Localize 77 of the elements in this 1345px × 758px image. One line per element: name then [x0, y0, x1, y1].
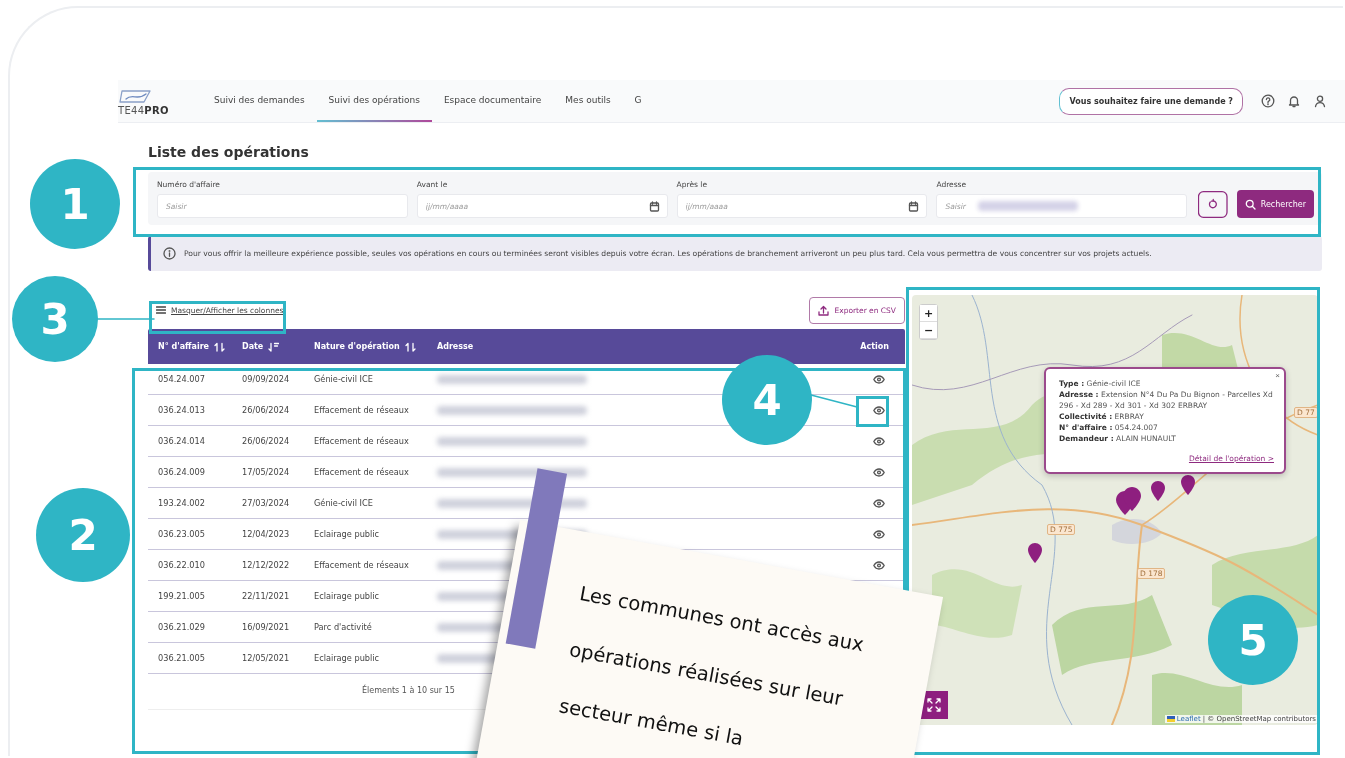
table-cell-text: 036.23.005 — [157, 529, 206, 539]
table-cell-text: Effacement de réseaux — [313, 560, 410, 570]
request-button[interactable]: Vous souhaitez faire une demande ? — [1059, 87, 1243, 115]
upload-icon — [818, 304, 830, 316]
table-cell-text: 199.21.005 — [157, 591, 206, 601]
table-cell-text: 17/05/2024 — [241, 467, 291, 477]
nav-tab[interactable]: Espace documentaire — [431, 80, 554, 122]
table-cell-text: 036.21.005 — [157, 653, 206, 663]
step-number: 1 — [30, 159, 120, 249]
table-cell-text: 12/04/2023 — [241, 529, 291, 539]
table-cell-text: 12/05/2021 — [241, 653, 291, 663]
sort-icon[interactable] — [214, 341, 226, 352]
eye-icon[interactable] — [873, 374, 885, 384]
column-header[interactable]: Nature d'opération — [314, 342, 400, 351]
table-cell-text: Parc d'activité — [313, 622, 373, 632]
user-icon[interactable] — [1313, 94, 1327, 108]
flag-icon — [1166, 716, 1175, 722]
search-button[interactable]: Rechercher — [1236, 190, 1314, 218]
eye-icon[interactable] — [873, 467, 885, 477]
table-cell-text: 036.22.010 — [157, 560, 206, 570]
column-header[interactable]: Adresse — [437, 342, 474, 351]
step-number: 4 — [722, 355, 812, 445]
table-cell-text: 26/06/2024 — [241, 405, 291, 415]
eye-icon[interactable] — [873, 529, 885, 539]
zoom-in-button[interactable]: + — [920, 305, 937, 322]
pagination-text: Élements 1 à 10 sur 15 — [362, 686, 455, 695]
table-cell-text: Eclairage public — [313, 653, 381, 663]
logo-icon — [118, 88, 152, 105]
eye-icon[interactable] — [873, 560, 885, 570]
step-number: 2 — [36, 488, 130, 582]
eye-icon[interactable] — [873, 498, 885, 508]
table-cell-text: Effacement de réseaux — [313, 467, 410, 477]
search-icon — [1244, 198, 1256, 210]
eye-icon[interactable] — [873, 405, 885, 415]
table-cell-text: 12/12/2022 — [241, 560, 291, 570]
help-icon[interactable] — [1261, 94, 1275, 108]
eye-icon[interactable] — [873, 436, 885, 446]
nav-tab[interactable]: Suivi des demandes — [202, 80, 317, 122]
table-cell-text: 22/11/2021 — [241, 591, 291, 601]
table-cell-text: Génie-civil ICE — [313, 498, 374, 508]
info-icon — [163, 247, 176, 260]
table-cell-text: 054.24.007 — [157, 374, 206, 384]
sort-icon[interactable] — [404, 341, 416, 352]
column-header[interactable]: Date — [242, 342, 264, 351]
bell-icon[interactable] — [1287, 94, 1301, 108]
nav-tab[interactable]: Suivi des opérations — [316, 80, 432, 122]
note-text: secteur même si la — [557, 694, 745, 752]
nav-tab[interactable]: Mes outils — [553, 80, 623, 122]
table-cell-text: Effacement de réseaux — [313, 405, 410, 415]
highlight-frame — [856, 396, 889, 427]
close-button[interactable]: × — [1275, 371, 1280, 380]
table-cell-text: Effacement de réseaux — [313, 436, 410, 446]
table-cell-text: 27/03/2024 — [241, 498, 291, 508]
column-header[interactable]: Action — [860, 342, 889, 351]
leader-line — [96, 316, 156, 322]
page-title: Liste des opérations — [148, 144, 310, 160]
table-cell-text: 16/09/2021 — [241, 622, 291, 632]
table-cell-text: 193.24.002 — [157, 498, 206, 508]
table-cell-text: 036.24.014 — [157, 436, 206, 446]
table-cell-text: 036.24.009 — [157, 467, 206, 477]
menu-icon — [156, 306, 166, 314]
calendar-icon[interactable] — [648, 201, 660, 212]
table-cell-text: 09/09/2024 — [241, 374, 291, 384]
table-cell-text: Eclairage public — [313, 529, 381, 539]
table-cell-text: 036.21.029 — [157, 622, 206, 632]
table-cell-text: Génie-civil ICE — [313, 374, 374, 384]
leader-line — [810, 394, 858, 408]
table-cell-text: 036.24.013 — [157, 405, 206, 415]
nav-tab[interactable]: G — [622, 80, 654, 122]
calendar-icon[interactable] — [908, 201, 920, 212]
logo-text: TE44PRO — [118, 104, 169, 116]
step-number: 3 — [12, 276, 98, 362]
table-cell-text: Eclairage public — [313, 591, 381, 601]
column-header[interactable]: N° d'affaire — [158, 342, 210, 351]
table-cell-text: 26/06/2024 — [241, 436, 291, 446]
sort-icon[interactable] — [268, 341, 280, 352]
reset-icon[interactable] — [1198, 191, 1228, 218]
